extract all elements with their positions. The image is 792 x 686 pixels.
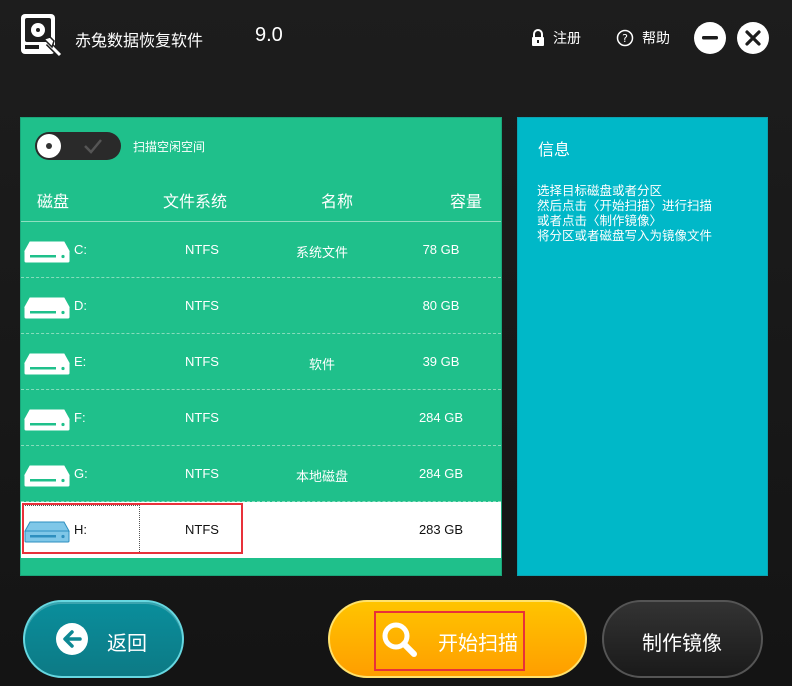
disk-row[interactable]: D: NTFS 80 GB <box>21 278 501 334</box>
info-line: 或者点击〈制作镜像〉 <box>537 213 663 228</box>
info-line: 将分区或者磁盘写入为镜像文件 <box>537 228 713 243</box>
lock-icon <box>532 29 544 46</box>
disk-letter: D: <box>74 298 87 313</box>
scan-free-space-label: 扫描空闲空间 <box>133 139 206 154</box>
disk-row[interactable]: F: NTFS 284 GB <box>21 390 501 446</box>
register-link[interactable]: 注册 <box>531 28 581 48</box>
highlight-box <box>22 503 243 554</box>
back-arrow-icon <box>56 623 88 655</box>
app-logo-icon <box>21 14 62 57</box>
disk-filesystem: NTFS <box>185 466 219 481</box>
disk-letter: F: <box>74 410 86 425</box>
col-header-fs: 文件系统 <box>163 192 228 211</box>
info-panel: 信息 选择目标磁盘或者分区 然后点击〈开始扫描〉进行扫描 或者点击〈制作镜像〉 … <box>517 117 768 576</box>
disk-name: 系统文件 <box>295 245 348 260</box>
disk-filesystem: NTFS <box>185 354 219 369</box>
back-button[interactable]: 返回 <box>23 600 184 678</box>
hard-drive-icon <box>24 241 70 263</box>
disk-row[interactable]: C: NTFS 系统文件 78 GB <box>21 222 501 278</box>
disk-row[interactable]: G: NTFS 本地磁盘 284 GB <box>21 446 501 502</box>
disk-letter: E: <box>74 354 87 369</box>
back-label: 返回 <box>107 631 147 655</box>
disk-size: 80 GB <box>422 298 460 313</box>
disk-size: 78 GB <box>422 242 460 257</box>
hard-drive-icon <box>24 409 70 431</box>
highlight-box <box>374 611 525 671</box>
app-window: 赤兔数据恢复软件 9.0 注册 ? 帮助 扫描空闲空间 磁盘 文件系统 名称 容… <box>0 0 792 686</box>
disk-row[interactable]: E: NTFS 软件 39 GB <box>21 334 501 390</box>
hard-drive-icon <box>24 297 70 319</box>
info-line: 然后点击〈开始扫描〉进行扫描 <box>537 198 713 213</box>
make-image-button[interactable]: 制作镜像 <box>602 600 763 678</box>
svg-text:?: ? <box>622 32 628 45</box>
title-bar: 赤兔数据恢复软件 9.0 注册 ? 帮助 <box>0 0 792 80</box>
close-button[interactable] <box>737 22 769 54</box>
disk-size: 39 GB <box>422 354 460 369</box>
info-title: 信息 <box>538 140 571 159</box>
disk-letter: G: <box>74 466 88 481</box>
start-scan-button[interactable]: 开始扫描 <box>328 600 587 678</box>
disk-row[interactable]: H: NTFS 283 GB <box>21 502 501 558</box>
col-header-size: 容量 <box>450 192 483 211</box>
app-title: 赤兔数据恢复软件 <box>75 31 204 50</box>
col-header-name: 名称 <box>321 192 354 211</box>
close-icon <box>745 30 761 46</box>
scan-free-space-row: 扫描空闲空间 <box>35 132 205 160</box>
disk-size: 283 GB <box>418 522 464 537</box>
check-icon <box>84 139 102 154</box>
info-line: 选择目标磁盘或者分区 <box>537 183 663 198</box>
disk-panel: 扫描空闲空间 磁盘 文件系统 名称 容量 C: NTFS 系统文件 78 GB D: NT… <box>20 117 502 576</box>
make-image-label: 制作镜像 <box>642 631 722 655</box>
scan-free-space-toggle[interactable] <box>35 132 121 160</box>
info-text: 选择目标磁盘或者分区 然后点击〈开始扫描〉进行扫描 或者点击〈制作镜像〉 将分区… <box>537 183 712 243</box>
col-header-disk: 磁盘 <box>37 192 70 211</box>
help-icon: ? <box>616 29 634 47</box>
app-version: 9.0 <box>255 24 283 46</box>
hard-drive-icon <box>24 353 70 375</box>
toggle-knob <box>37 134 61 158</box>
minimize-icon <box>702 36 718 40</box>
disk-filesystem: NTFS <box>185 298 219 313</box>
help-link[interactable]: ? 帮助 <box>616 28 670 48</box>
disk-filesystem: NTFS <box>185 242 219 257</box>
disk-name: 软件 <box>308 357 335 372</box>
register-label: 注册 <box>553 31 581 47</box>
disk-size: 284 GB <box>418 410 464 425</box>
disk-size: 284 GB <box>418 466 464 481</box>
hard-drive-icon <box>24 465 70 487</box>
disk-filesystem: NTFS <box>185 410 219 425</box>
disk-name: 本地磁盘 <box>295 469 348 484</box>
disk-letter: C: <box>74 242 87 257</box>
minimize-button[interactable] <box>694 22 726 54</box>
help-label: 帮助 <box>642 31 670 47</box>
